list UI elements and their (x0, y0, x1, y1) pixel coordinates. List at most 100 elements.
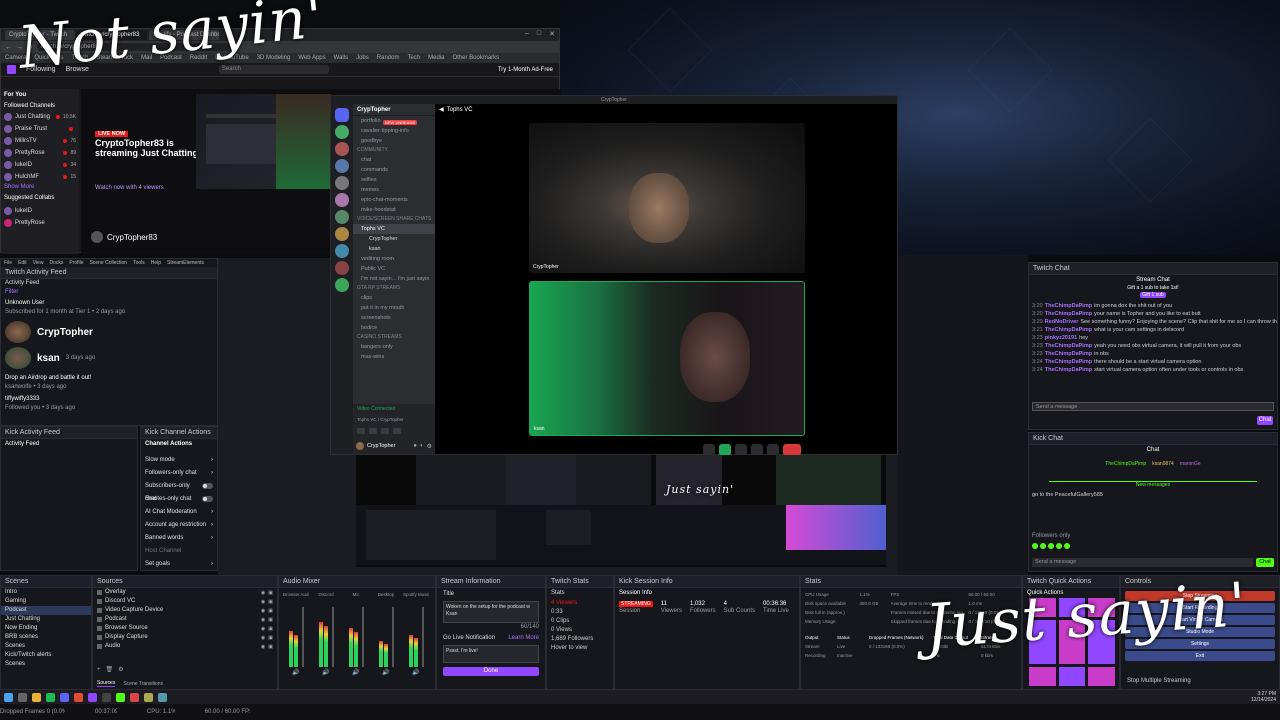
kick-icon[interactable] (116, 692, 125, 702)
nav-browse[interactable]: Browse (66, 66, 89, 73)
bookmark-link[interactable]: Jobs (356, 53, 369, 63)
visibility-eye-icon[interactable]: ◉ (261, 590, 265, 596)
menu-item[interactable]: View (33, 260, 44, 266)
emote-icon[interactable] (1056, 543, 1062, 549)
video-tile-crypTopher[interactable]: CrypTopher (529, 123, 805, 273)
control-button[interactable]: Settings (1125, 639, 1275, 649)
kick-message-input[interactable]: Send a message (1032, 558, 1253, 567)
sidebar-item-channel[interactable]: HulchMF 15 (1, 171, 79, 183)
obs-preview[interactable]: Just sayin' (356, 455, 886, 567)
folder-icon[interactable] (32, 692, 41, 702)
quick-action-button[interactable] (1058, 667, 1086, 686)
scene-item[interactable]: Intro (1, 588, 91, 597)
reload-icon[interactable]: ↻ (27, 43, 33, 51)
sidebar-item-channel[interactable]: Praise Trust (1, 123, 79, 135)
settings-gear-icon[interactable]: ⚙ (118, 666, 123, 673)
soundboard-icon[interactable] (393, 428, 401, 434)
close-icon[interactable]: ✕ (549, 30, 555, 40)
server-icon[interactable] (335, 176, 349, 190)
twitch-icon[interactable] (88, 692, 97, 702)
mute-icon[interactable]: 🔊 (382, 669, 389, 676)
emote-icon[interactable] (1048, 543, 1054, 549)
obs-icon[interactable] (102, 692, 111, 702)
chat-message-input[interactable]: Send a message (1032, 402, 1274, 411)
sidebar-item-suggested[interactable]: lukeID (1, 205, 79, 217)
stream-preview-cam[interactable] (276, 94, 331, 189)
top-user[interactable]: TheChimpDaPimp (1105, 461, 1146, 467)
volume-slider[interactable] (391, 607, 394, 667)
discord-home-icon[interactable] (335, 108, 349, 122)
bookmark-link[interactable]: Tech (407, 53, 420, 63)
toggle-switch[interactable] (202, 496, 213, 502)
message-user[interactable]: TheChimpDaPimp (1045, 311, 1092, 317)
channel-action-item[interactable]: Subscribers-only chat (141, 480, 217, 502)
channel-item[interactable]: vediting room (353, 254, 435, 264)
channel-item[interactable]: cavalier-tipping-info (353, 126, 435, 136)
bookmark-link[interactable]: Kick (122, 53, 133, 63)
server-icon[interactable] (335, 159, 349, 173)
quick-action-button[interactable] (1058, 598, 1086, 617)
volume-slider[interactable] (331, 607, 334, 667)
channel-item[interactable]: epic-chat-moments (353, 195, 435, 205)
channel-item[interactable]: goodbye (353, 136, 435, 146)
emote-icon[interactable] (1040, 543, 1046, 549)
channel-item[interactable]: selfies (353, 175, 435, 185)
lock-icon[interactable]: ▣ (268, 644, 273, 650)
bookmark-link[interactable]: PC/YouTube (215, 53, 249, 63)
message-user[interactable]: TheChimpDaPimp (1045, 327, 1092, 333)
menu-item[interactable]: File (4, 260, 12, 266)
new-messages-divider[interactable]: New messages (1049, 481, 1257, 488)
channel-item[interactable]: max-wins (353, 352, 435, 362)
bookmark-link[interactable]: Steam (96, 53, 113, 63)
server-name[interactable]: CrypTopher (353, 104, 435, 116)
bookmark-link[interactable]: Media (428, 53, 444, 63)
sidebar-item-suggested[interactable]: PrettyRose (1, 217, 79, 229)
channel-item[interactable]: memes (353, 185, 435, 195)
scene-item[interactable]: Kick/Twitch alerts (1, 651, 91, 660)
mute-icon[interactable]: 🔊 (322, 669, 329, 676)
bookmark-link[interactable]: Twitch (71, 53, 88, 63)
scene-item[interactable]: Scenes (1, 660, 91, 669)
twitch-search-input[interactable]: Search (218, 65, 329, 74)
bookmark-link[interactable]: Podcast (160, 53, 182, 63)
source-item[interactable]: Podcast ◉ ▣ (93, 615, 277, 624)
quick-action-button[interactable] (1029, 598, 1056, 617)
message-user[interactable]: TheChimpDaPimp (1045, 343, 1092, 349)
quick-action-button[interactable] (1088, 598, 1115, 617)
app-icon[interactable] (130, 692, 139, 702)
start-icon[interactable] (4, 692, 13, 702)
system-clock[interactable]: 3:27 PM 12/14/2024 (1251, 691, 1276, 703)
remove-icon[interactable]: 🗑 (106, 666, 114, 673)
sidebar-item-channel[interactable]: Just Chatting 10.5K (1, 111, 79, 123)
tab-sources[interactable]: Sources (97, 680, 116, 687)
channel-item[interactable]: bodice (353, 323, 435, 333)
sidebar-item-channel[interactable]: MillrsTV 76 (1, 135, 79, 147)
scene-item[interactable]: Podcast (1, 606, 91, 615)
menu-item[interactable]: Tools (133, 260, 145, 266)
menu-item[interactable]: Help (151, 260, 161, 266)
mute-icon[interactable]: 🔊 (352, 669, 359, 676)
quick-action-button[interactable] (1088, 667, 1115, 686)
visibility-eye-icon[interactable]: ◉ (261, 599, 265, 605)
channel-item[interactable]: clips (353, 293, 435, 303)
sidebar-item-channel[interactable]: PrettyRose 89 (1, 147, 79, 159)
connected-channel[interactable]: Tophs VC / CrypTopher (353, 415, 435, 424)
nav-following[interactable]: Following (26, 66, 56, 73)
video-tile-ksan[interactable]: ksan (529, 281, 805, 436)
volume-slider[interactable] (361, 607, 364, 667)
bookmark-link[interactable]: Mail (141, 53, 152, 63)
activity-icon[interactable] (381, 428, 389, 434)
visibility-eye-icon[interactable]: ◉ (261, 635, 265, 641)
bookmark-link[interactable]: Walls (334, 53, 348, 63)
channel-item[interactable]: commands (353, 165, 435, 175)
emote-icon[interactable] (1064, 543, 1070, 549)
bookmark-link[interactable]: Web Apps (298, 53, 325, 63)
channel-item[interactable]: chat (353, 155, 435, 165)
camera-icon[interactable] (357, 428, 365, 434)
bookmark-link[interactable]: Other Bookmarks (453, 53, 500, 63)
channel-name[interactable]: CrypTopher83 (107, 233, 157, 242)
visibility-eye-icon[interactable]: ◉ (261, 617, 265, 623)
scene-item[interactable]: Now Ending (1, 624, 91, 633)
menu-item[interactable]: Scene Collection (90, 260, 128, 266)
lock-icon[interactable]: ▣ (268, 608, 273, 614)
